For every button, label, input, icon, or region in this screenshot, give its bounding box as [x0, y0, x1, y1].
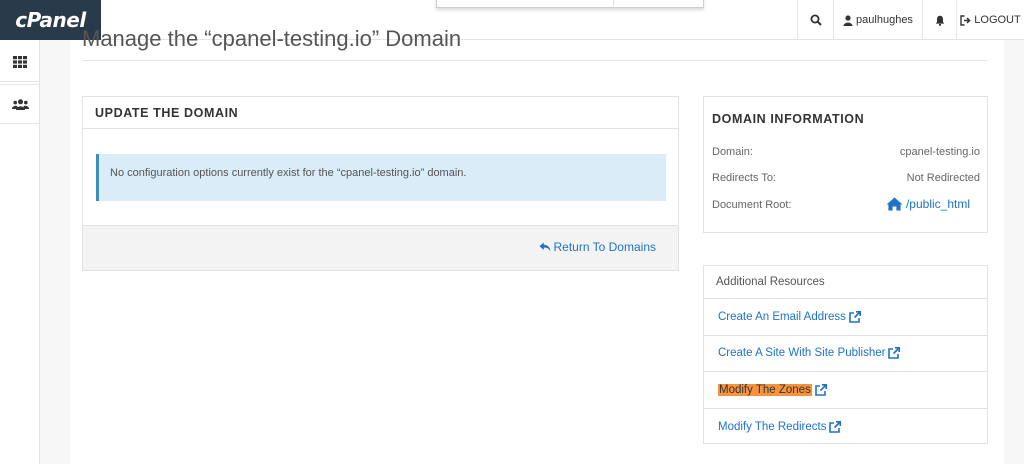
external-link-icon: [849, 310, 861, 323]
resource-link-label: Modify The Redirects: [718, 420, 827, 433]
info-row-domain: Domain: cpanel-testing.io: [712, 146, 980, 158]
resource-link-modify-redirects[interactable]: Modify The Redirects: [704, 409, 987, 446]
info-value: Not Redirected: [906, 172, 980, 184]
user-menu-button[interactable]: paulhughes: [833, 0, 922, 40]
return-to-domains-link[interactable]: Return To Domains: [539, 240, 657, 254]
resource-link-site-publisher[interactable]: Create A Site With Site Publisher: [704, 336, 987, 372]
info-label: Domain:: [712, 146, 753, 158]
update-domain-panel: UPDATE THE DOMAIN No configuration optio…: [82, 96, 679, 271]
info-row-redirects: Redirects To: Not Redirected: [712, 172, 980, 184]
info-alert: No configuration options currently exist…: [96, 154, 666, 201]
grid-icon: [13, 55, 27, 68]
search-button[interactable]: [797, 0, 833, 40]
domain-information-heading: DOMAIN INFORMATION: [712, 112, 865, 126]
return-link-label: Return To Domains: [553, 240, 657, 254]
document-root-link[interactable]: /public_html: [886, 197, 970, 211]
title-divider: [82, 60, 988, 61]
additional-resources-heading: Additional Resources: [704, 266, 987, 299]
resource-link-label: Create A Site With Site Publisher: [718, 347, 886, 360]
sidebar-item-users[interactable]: [0, 84, 40, 124]
users-icon: [11, 98, 29, 110]
bell-icon: [935, 15, 944, 26]
info-row-document-root: Document Root: /public_html: [712, 197, 980, 211]
left-sidebar: [0, 40, 40, 464]
panel-footer: Return To Domains: [83, 225, 678, 270]
logout-button[interactable]: LOGOUT: [956, 0, 1024, 40]
resource-link-label: Create An Email Address: [718, 310, 846, 323]
external-link-icon: [815, 383, 827, 396]
dropdown-overlay: [436, 0, 704, 8]
external-link-icon: [888, 347, 901, 360]
main-content: Manage the “cpanel-testing.io” Domain UP…: [70, 26, 1004, 464]
logout-icon: [960, 14, 971, 26]
info-value: cpanel-testing.io: [899, 146, 980, 158]
reply-arrow-icon: [539, 242, 550, 252]
user-icon: [843, 14, 853, 26]
logout-label: LOGOUT: [974, 14, 1021, 26]
resource-link-label: Modify The Zones: [718, 383, 812, 396]
domain-information-panel: DOMAIN INFORMATION Domain: cpanel-testin…: [703, 96, 988, 233]
update-domain-heading: UPDATE THE DOMAIN: [83, 97, 678, 129]
info-label: Document Root:: [712, 199, 792, 211]
logo-text: cPanel: [15, 8, 86, 32]
notifications-button[interactable]: [922, 0, 956, 40]
resource-link-modify-zones[interactable]: Modify The Zones: [704, 372, 987, 409]
info-label: Redirects To:: [712, 172, 776, 184]
username-label: paulhughes: [856, 14, 913, 26]
search-icon: [810, 14, 822, 26]
sidebar-item-apps[interactable]: [0, 42, 40, 82]
additional-resources-panel: Additional Resources Create An Email Add…: [703, 265, 988, 444]
external-link-icon: [829, 420, 842, 433]
home-icon: [886, 197, 903, 211]
document-root-value: /public_html: [905, 197, 970, 211]
page-title: Manage the “cpanel-testing.io” Domain: [82, 26, 462, 51]
resource-link-create-email[interactable]: Create An Email Address: [704, 299, 987, 336]
